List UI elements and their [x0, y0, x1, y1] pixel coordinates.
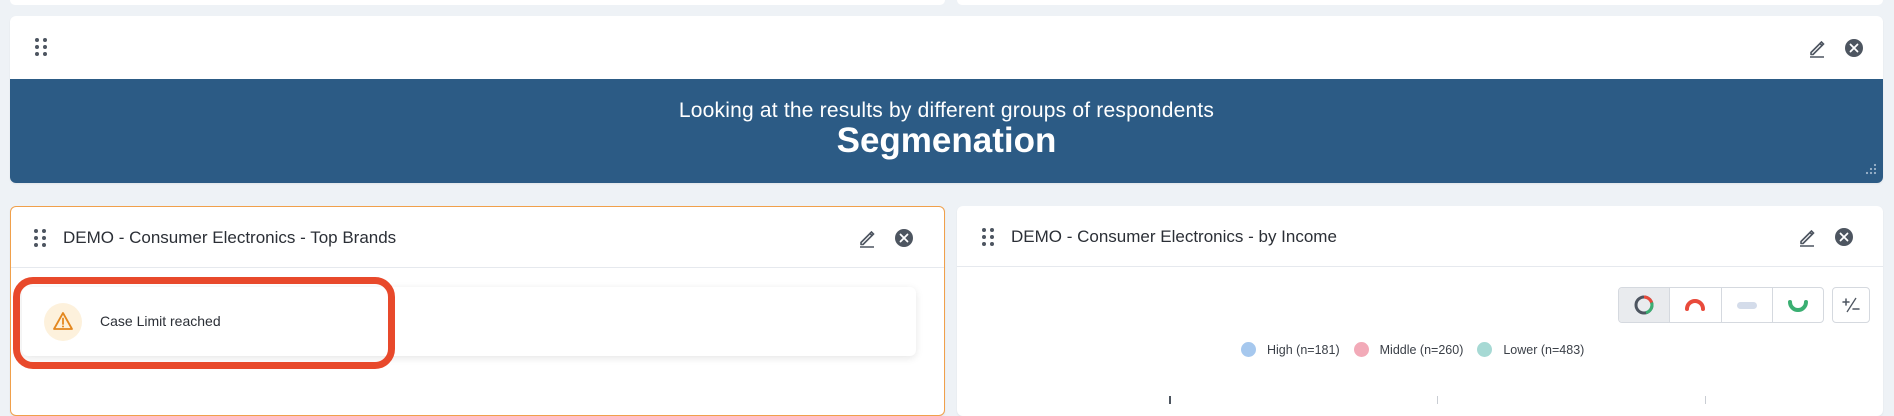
- close-icon[interactable]: [1833, 226, 1855, 248]
- half-donut-option[interactable]: [1670, 288, 1722, 322]
- smile-arc-option[interactable]: [1773, 288, 1823, 322]
- chart-axis-line: [1169, 396, 1171, 404]
- chart-type-selector: [1618, 287, 1824, 323]
- edit-icon[interactable]: [856, 227, 878, 249]
- legend-label: Lower (n=483): [1503, 342, 1585, 357]
- legend-item[interactable]: High (n=181): [1241, 342, 1340, 357]
- resize-grip-icon[interactable]: [1863, 163, 1877, 177]
- legend-dot-lower: [1477, 342, 1493, 357]
- smile-arc-icon: [1787, 300, 1808, 312]
- chart-grid-tick: [1705, 396, 1706, 404]
- plus-minus-icon: [1842, 297, 1860, 313]
- drag-handle-icon[interactable]: [982, 228, 994, 246]
- pill-bar-option[interactable]: [1722, 288, 1773, 322]
- donut-chart-icon: [1634, 295, 1654, 315]
- header-divider: [11, 267, 944, 268]
- highlight-annotation: [13, 277, 395, 369]
- legend-label: Middle (n=260): [1379, 342, 1464, 357]
- banner-subtitle: Looking at the results by different grou…: [678, 99, 1215, 122]
- segment-banner: Looking at the results by different grou…: [10, 79, 1883, 183]
- widget-title: DEMO - Consumer Electronics - Top Brands: [63, 228, 397, 247]
- legend-label: High (n=181): [1267, 342, 1340, 357]
- donut-chart-option[interactable]: [1619, 288, 1671, 322]
- chart-legend: High (n=181) Middle (n=260) Lower (n=483…: [1241, 342, 1598, 357]
- widget-above-left-fragment: [10, 0, 945, 5]
- close-icon[interactable]: [893, 227, 915, 249]
- chart-grid-tick: [1437, 396, 1438, 404]
- widget-above-right-fragment: [957, 0, 1883, 5]
- header-divider: [957, 266, 1883, 267]
- legend-dot-middle: [1353, 342, 1369, 357]
- half-donut-icon: [1685, 299, 1706, 311]
- legend-item[interactable]: Middle (n=260): [1353, 342, 1464, 357]
- close-icon[interactable]: [1843, 37, 1865, 59]
- legend-item[interactable]: Lower (n=483): [1477, 342, 1584, 357]
- pill-bar-icon: [1736, 302, 1757, 309]
- legend-dot-high: [1241, 342, 1256, 357]
- banner-title: Segmenation: [836, 121, 1057, 160]
- edit-icon[interactable]: [1806, 37, 1828, 59]
- drag-handle-icon[interactable]: [34, 229, 46, 247]
- edit-icon[interactable]: [1796, 226, 1818, 248]
- drag-handle-icon[interactable]: [35, 38, 47, 56]
- plus-minus-button[interactable]: [1832, 287, 1870, 323]
- widget-title: DEMO - Consumer Electronics - by Income: [1011, 227, 1337, 246]
